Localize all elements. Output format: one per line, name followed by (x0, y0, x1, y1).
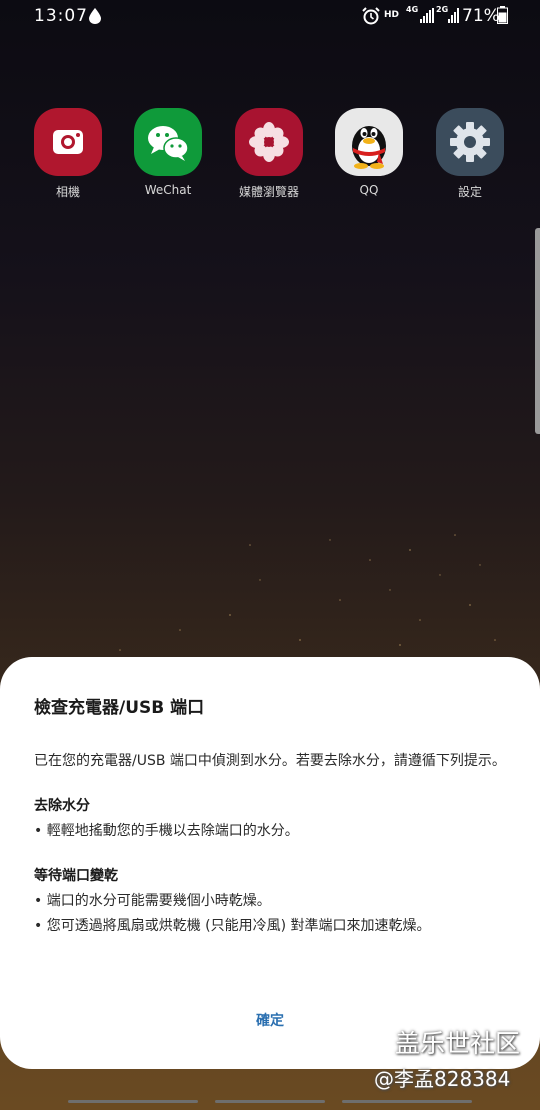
flower-icon (235, 108, 303, 176)
battery-icon (497, 6, 508, 24)
status-bar: 13:07 HD 4G 2G 71% (0, 0, 540, 32)
dialog-intro: 已在您的充電器/USB 端口中偵測到水分。若要去除水分，請遵循下列提示。 (34, 753, 506, 769)
tip-item: • 端口的水分可能需要幾個小時乾燥。 (34, 893, 271, 909)
section-heading-wait-dry: 等待端口變乾 (34, 868, 118, 884)
app-label-media-browser: 媒體瀏覽器 (238, 185, 299, 199)
dialog-title: 檢查充電器/USB 端口 (34, 698, 205, 718)
tip-item: • 您可透過將風扇或烘乾機 (只能用冷風) 對準端口來加速乾燥。 (34, 918, 431, 934)
moisture-warning-dialog: 檢查充電器/USB 端口 已在您的充電器/USB 端口中偵測到水分。若要去除水分… (0, 657, 540, 1069)
nav-home-button[interactable] (215, 1100, 325, 1103)
tip-item: • 輕輕地搖動您的手機以去除端口的水分。 (34, 823, 299, 839)
app-label-qq: QQ (359, 183, 379, 197)
app-qq[interactable]: QQ (324, 108, 414, 197)
gear-icon (436, 108, 504, 176)
alarm-icon (362, 7, 380, 25)
qq-penguin-icon (335, 108, 403, 176)
hd-label: HD (384, 10, 400, 20)
wechat-icon (134, 108, 202, 176)
confirm-button[interactable]: 確定 (200, 1007, 340, 1035)
home-app-row: 相機 WeChat 媒體瀏覽器 QQ 設定 (0, 108, 540, 208)
moisture-drop-icon (89, 8, 101, 24)
edge-panel-handle[interactable] (535, 228, 540, 434)
section-heading-remove-moisture: 去除水分 (34, 798, 90, 814)
app-media-browser[interactable]: 媒體瀏覽器 (224, 108, 314, 200)
signal-strength-icon (420, 8, 434, 23)
nav-recents-button[interactable] (68, 1100, 198, 1103)
dialog-body: 已在您的充電器/USB 端口中偵測到水分。若要去除水分，請遵循下列提示。 去除水… (34, 749, 510, 939)
network-4g-label: 4G (406, 5, 419, 14)
app-settings[interactable]: 設定 (425, 108, 515, 200)
app-camera[interactable]: 相機 (23, 108, 113, 200)
status-time: 13:07 (34, 6, 88, 26)
app-wechat[interactable]: WeChat (123, 108, 213, 197)
navigation-bar (0, 1096, 540, 1110)
app-label-camera: 相機 (55, 185, 80, 199)
app-label-settings: 設定 (457, 185, 482, 199)
battery-percent: 71% (462, 6, 500, 26)
watermark-user: @李孟828384 (374, 1067, 511, 1091)
watermark-community: 盖乐世社区 (395, 1029, 521, 1058)
nav-back-button[interactable] (342, 1100, 472, 1103)
wallpaper-sparkles (119, 534, 496, 671)
camera-icon (34, 108, 102, 176)
app-label-wechat: WeChat (144, 183, 192, 197)
signal-strength-icon-2 (448, 8, 459, 23)
network-2g-label: 2G (436, 5, 449, 14)
